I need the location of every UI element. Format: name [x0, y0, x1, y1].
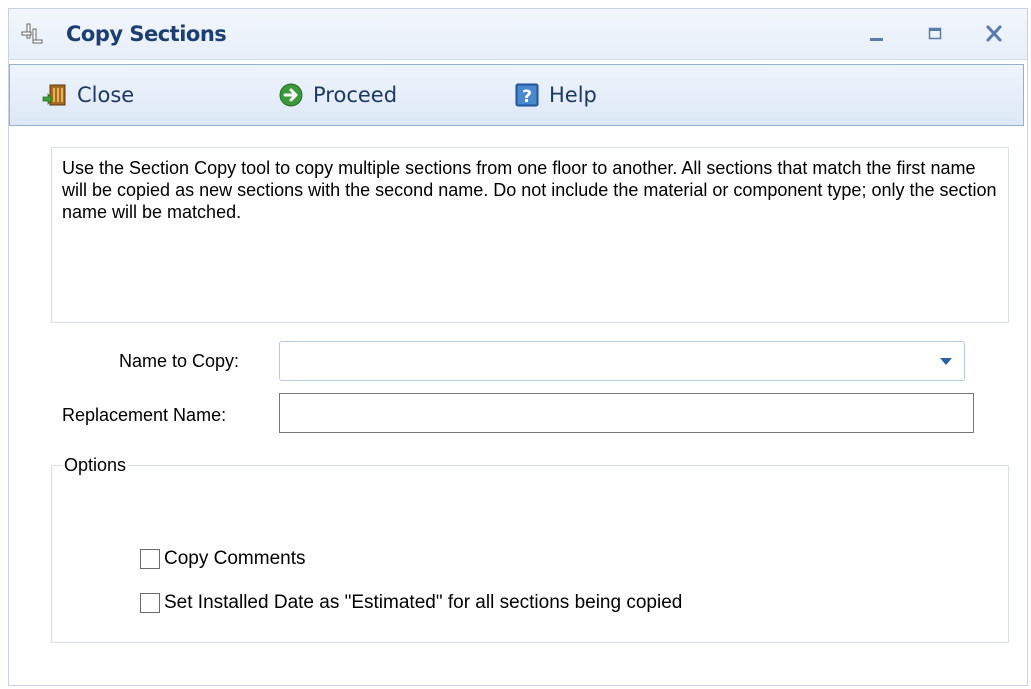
help-icon: ? [515, 83, 539, 107]
estimated-date-label[interactable]: Set Installed Date as "Estimated" for al… [164, 592, 682, 614]
minimize-button[interactable] [862, 21, 890, 47]
estimated-date-option[interactable]: Set Installed Date as "Estimated" for al… [140, 592, 682, 614]
help-button[interactable]: ? Help [514, 80, 597, 110]
help-button-label: Help [549, 83, 597, 107]
arrow-right-circle-icon [279, 83, 303, 107]
name-to-copy-dropdown[interactable] [279, 341, 965, 381]
maximize-button[interactable] [921, 21, 949, 47]
close-button-label: Close [77, 83, 135, 107]
window-title: Copy Sections [66, 22, 227, 46]
copy-sections-icon [21, 23, 43, 44]
replacement-name-input[interactable] [279, 393, 974, 433]
estimated-date-checkbox[interactable] [140, 593, 160, 613]
proceed-button-label: Proceed [313, 83, 398, 107]
title-bar[interactable]: Copy Sections [9, 9, 1027, 60]
replacement-name-label: Replacement Name: [62, 405, 227, 425]
instructions-text: Use the Section Copy tool to copy multip… [51, 147, 1009, 323]
close-button[interactable]: Close [42, 80, 134, 110]
toolbar: Close Proceed ? Help [9, 64, 1024, 126]
options-group: Options Copy Comments Set Installed Date… [51, 455, 1009, 643]
name-to-copy-label: Name to Copy: [119, 351, 240, 371]
svg-text:?: ? [522, 87, 532, 107]
copy-comments-checkbox[interactable] [140, 549, 160, 569]
copy-comments-label[interactable]: Copy Comments [164, 548, 306, 570]
chevron-down-icon[interactable] [940, 358, 952, 365]
copy-comments-option[interactable]: Copy Comments [140, 548, 306, 570]
options-legend: Options [62, 455, 129, 476]
copy-sections-window: Copy Sections Close Proceed ? Help Use t… [8, 8, 1028, 686]
proceed-button[interactable]: Proceed [278, 80, 397, 110]
exit-door-icon [42, 84, 66, 106]
close-window-button[interactable] [980, 21, 1008, 47]
